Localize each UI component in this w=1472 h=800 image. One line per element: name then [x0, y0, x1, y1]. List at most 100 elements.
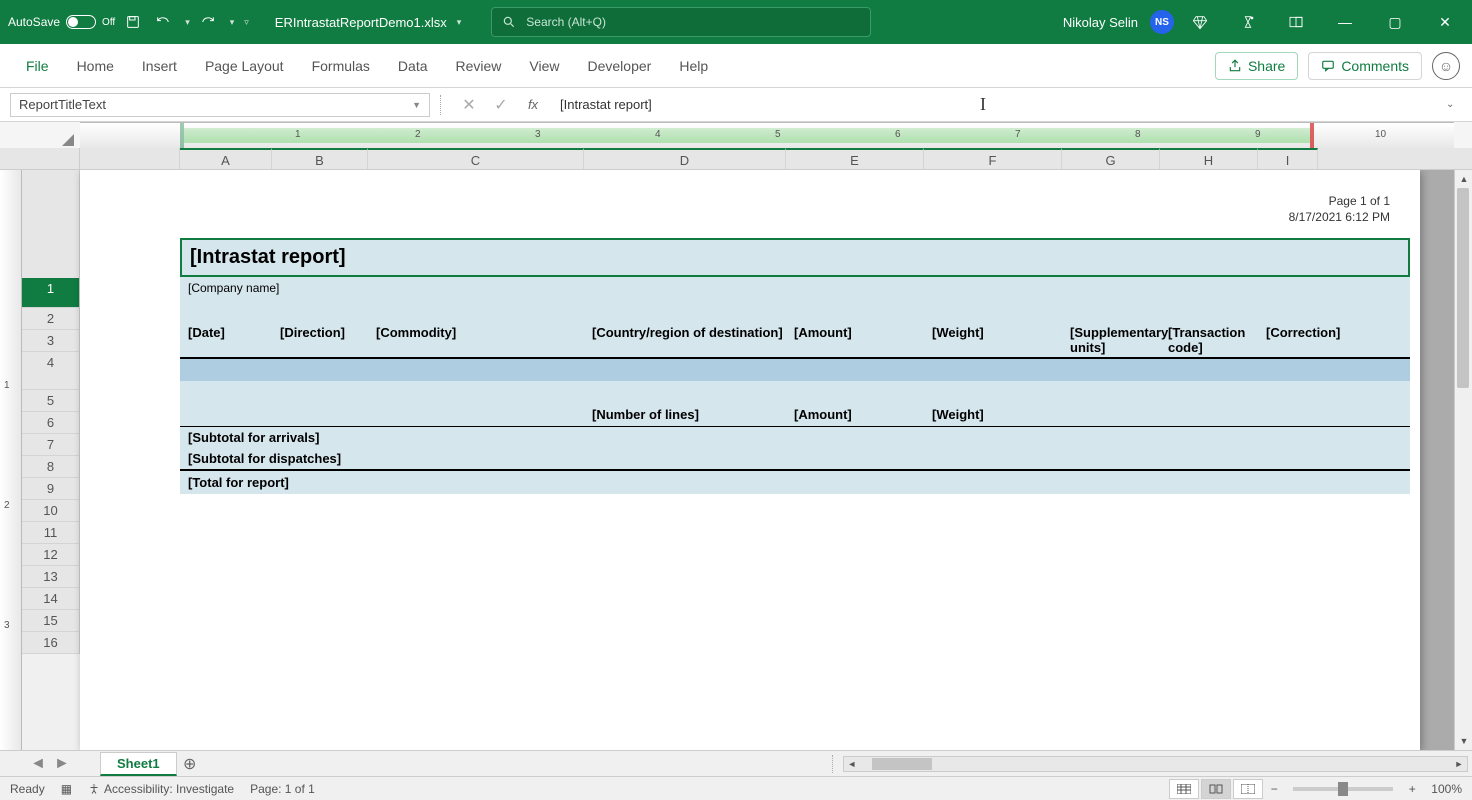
page-number: Page 1 of 1 [180, 194, 1410, 208]
qat-customize[interactable]: ▿ [244, 17, 249, 28]
col-E[interactable]: E [786, 148, 924, 169]
tab-developer[interactable]: Developer [574, 44, 666, 88]
tab-formulas[interactable]: Formulas [298, 44, 384, 88]
col-F[interactable]: F [924, 148, 1062, 169]
col-H[interactable]: H [1160, 148, 1258, 169]
row-2[interactable]: 2 [22, 308, 80, 330]
row-1[interactable]: 1 [22, 278, 80, 308]
vertical-scrollbar[interactable]: ▲ ▼ [1454, 170, 1472, 750]
col-I[interactable]: I [1258, 148, 1318, 169]
view-normal-icon[interactable] [1169, 779, 1199, 799]
formula-input[interactable] [552, 93, 1440, 117]
undo-icon[interactable] [151, 10, 175, 34]
user-name[interactable]: Nikolay Selin [1063, 15, 1138, 30]
redo-icon[interactable] [196, 10, 220, 34]
row-16[interactable]: 16 [22, 632, 80, 654]
enter-formula-icon[interactable]: ✓ [488, 93, 514, 117]
row-headers: 1 2 3 4 5 6 7 8 9 10 11 12 13 14 15 16 [22, 170, 80, 750]
page-timestamp: 8/17/2021 6:12 PM [180, 210, 1410, 224]
tab-view[interactable]: View [515, 44, 573, 88]
sheet-tab-bar: ◄ ► Sheet1 ⊕ ◄ ► [0, 750, 1472, 776]
horizontal-scrollbar[interactable]: ◄ ► [843, 756, 1468, 772]
row-9[interactable]: 9 [22, 478, 80, 500]
col-C[interactable]: C [368, 148, 584, 169]
add-sheet-button[interactable]: ⊕ [177, 751, 203, 777]
zoom-level[interactable]: 100% [1431, 782, 1462, 796]
select-all-triangle[interactable] [0, 122, 80, 148]
status-ready: Ready [10, 782, 45, 796]
zoom-in-button[interactable]: + [1403, 782, 1421, 796]
cancel-formula-icon[interactable]: ✕ [456, 93, 482, 117]
row-12[interactable]: 12 [22, 544, 80, 566]
redo-dropdown[interactable]: ▾ [230, 17, 235, 28]
row-5[interactable]: 5 [22, 390, 80, 412]
fx-icon[interactable]: fx [520, 93, 546, 117]
column-headers: A B C D E F G H I [0, 148, 1472, 170]
feedback-icon[interactable]: ☺ [1432, 52, 1460, 80]
formula-expand[interactable]: ⌄ [1446, 99, 1462, 110]
row-11[interactable]: 11 [22, 522, 80, 544]
tab-help[interactable]: Help [665, 44, 722, 88]
status-page: Page: 1 of 1 [250, 782, 315, 796]
comments-button[interactable]: Comments [1308, 52, 1422, 80]
view-page-layout-icon[interactable] [1201, 779, 1231, 799]
maximize-button[interactable]: ▢ [1372, 4, 1418, 40]
row-4[interactable]: 4 [22, 352, 80, 390]
row-13[interactable]: 13 [22, 566, 80, 588]
document-title: ERIntrastatReportDemo1.xlsx [275, 15, 447, 30]
zoom-out-button[interactable]: − [1265, 782, 1283, 796]
tab-insert[interactable]: Insert [128, 44, 191, 88]
close-button[interactable]: ✕ [1422, 4, 1468, 40]
row-6[interactable]: 6 [22, 412, 80, 434]
sheet-tab-sheet1[interactable]: Sheet1 [100, 752, 177, 776]
horizontal-ruler[interactable]: 1 2 3 4 5 6 7 8 9 10 [80, 122, 1454, 148]
accessibility-status[interactable]: Accessibility: Investigate [88, 782, 234, 796]
tab-review[interactable]: Review [442, 44, 516, 88]
row-3[interactable]: 3 [22, 330, 80, 352]
search-placeholder: Search (Alt+Q) [526, 15, 606, 29]
tab-data[interactable]: Data [384, 44, 442, 88]
total-for-report[interactable]: [Total for report] [180, 471, 1410, 494]
share-button[interactable]: Share [1215, 52, 1298, 80]
tab-file[interactable]: File [12, 44, 63, 88]
search-box[interactable]: Search (Alt+Q) [491, 7, 871, 37]
worksheet-area: 1 2 3 1 2 3 4 5 6 7 8 9 10 11 12 13 14 1… [0, 170, 1472, 750]
col-B[interactable]: B [272, 148, 368, 169]
row-7[interactable]: 7 [22, 434, 80, 456]
coming-soon-icon[interactable] [1226, 4, 1270, 40]
vertical-ruler[interactable]: 1 2 3 [0, 170, 22, 750]
row-14[interactable]: 14 [22, 588, 80, 610]
autosave-toggle[interactable]: AutoSave Off [8, 15, 115, 29]
col-D[interactable]: D [584, 148, 786, 169]
row-15[interactable]: 15 [22, 610, 80, 632]
save-icon[interactable] [121, 10, 145, 34]
page-preview[interactable]: Page 1 of 1 8/17/2021 6:12 PM [Intrastat… [80, 170, 1420, 750]
ribbon-display-icon[interactable] [1274, 4, 1318, 40]
subtotal-arrivals[interactable]: [Subtotal for arrivals] [180, 426, 1410, 448]
horizontal-ruler-row: 1 2 3 4 5 6 7 8 9 10 [0, 122, 1472, 148]
diamond-icon[interactable] [1178, 4, 1222, 40]
zoom-slider[interactable] [1293, 787, 1393, 791]
tab-home[interactable]: Home [63, 44, 128, 88]
stats-icon[interactable]: ▦ [61, 782, 72, 796]
minimize-button[interactable]: — [1322, 4, 1368, 40]
tab-page-layout[interactable]: Page Layout [191, 44, 298, 88]
summary-header-row[interactable]: [Number of lines] [Amount] [Weight] [180, 403, 1410, 426]
user-avatar[interactable]: NS [1150, 10, 1174, 34]
col-A[interactable]: A [180, 148, 272, 169]
name-box[interactable]: ReportTitleText ▼ [10, 93, 430, 117]
status-bar: Ready ▦ Accessibility: Investigate Page:… [0, 776, 1472, 800]
undo-dropdown[interactable]: ▾ [185, 17, 190, 28]
view-page-break-icon[interactable] [1233, 779, 1263, 799]
col-G[interactable]: G [1062, 148, 1160, 169]
company-name-cell[interactable]: [Company name] [180, 277, 1410, 299]
sheet-nav-next[interactable]: ► [54, 755, 70, 773]
row-8[interactable]: 8 [22, 456, 80, 478]
formula-bar: ReportTitleText ▼ ✕ ✓ fx I ⌄ [0, 88, 1472, 122]
filename-dropdown[interactable]: ▾ [457, 17, 462, 28]
row-10[interactable]: 10 [22, 500, 80, 522]
column-headers-row[interactable]: [Date] [Direction] [Commodity] [Country/… [180, 321, 1410, 359]
sheet-nav-prev[interactable]: ◄ [30, 755, 46, 773]
subtotal-dispatches[interactable]: [Subtotal for dispatches] [180, 448, 1410, 471]
report-title-cell[interactable]: [Intrastat report] [180, 238, 1410, 277]
